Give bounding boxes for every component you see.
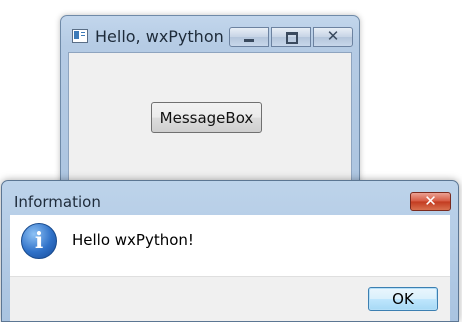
- main-window-titlebar[interactable]: Hello, wxPython ✕: [61, 16, 359, 52]
- dialog-footer: OK: [10, 276, 450, 321]
- main-close-button[interactable]: ✕: [313, 27, 353, 47]
- app-window-icon: [72, 29, 88, 43]
- dialog-body: i Hello wxPython!: [10, 215, 450, 276]
- dialog-title: Information: [14, 193, 101, 211]
- info-icon: i: [21, 223, 57, 259]
- minimize-button[interactable]: [229, 27, 269, 47]
- dialog-close-button[interactable]: ✕: [410, 192, 451, 211]
- ok-button[interactable]: OK: [368, 287, 438, 311]
- maximize-icon: [286, 32, 298, 44]
- messagebox-button[interactable]: MessageBox: [151, 102, 262, 133]
- main-window-title: Hello, wxPython: [95, 27, 224, 46]
- caption-buttons: ✕: [229, 27, 353, 47]
- dialog-message: Hello wxPython!: [72, 231, 194, 249]
- information-dialog: Information ✕ i Hello wxPython! OK: [1, 180, 459, 322]
- maximize-button[interactable]: [271, 27, 311, 47]
- minimize-icon: [244, 39, 254, 42]
- close-icon: ✕: [326, 27, 340, 45]
- close-icon: ✕: [424, 192, 437, 210]
